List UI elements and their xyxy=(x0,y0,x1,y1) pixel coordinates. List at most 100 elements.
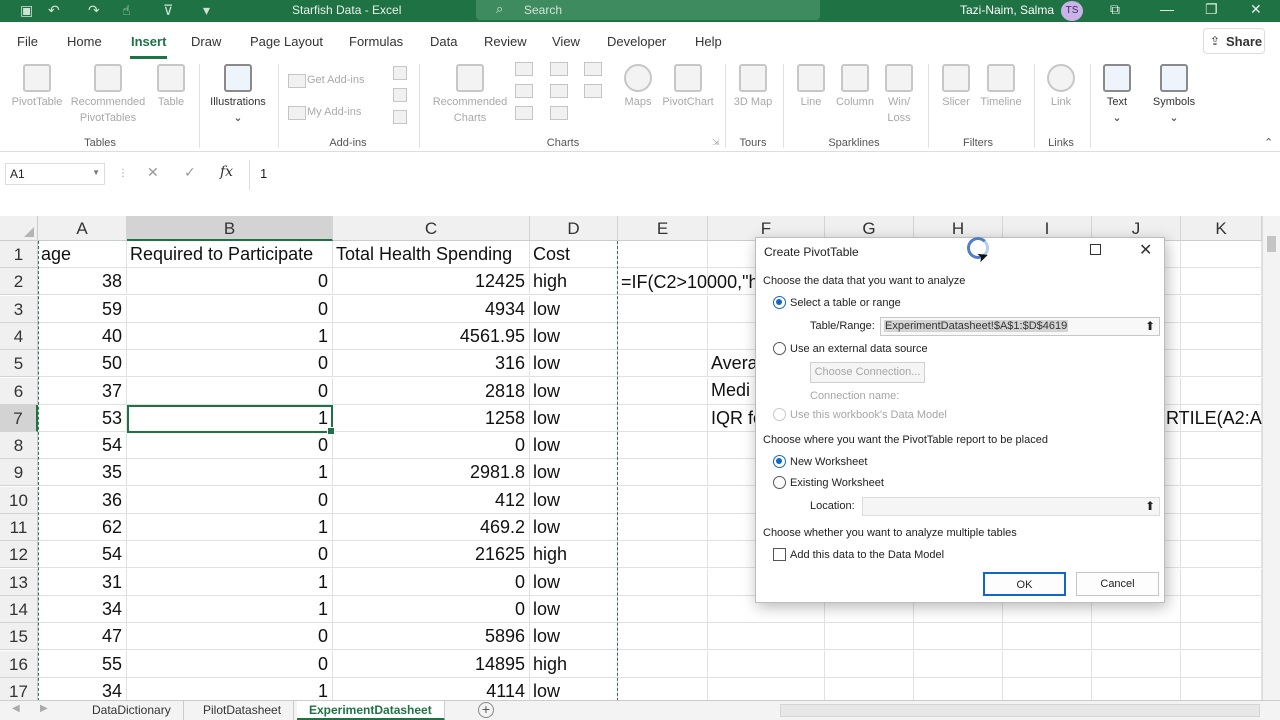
empty-cell[interactable] xyxy=(1181,486,1262,514)
combo-chart-icon[interactable] xyxy=(584,84,602,98)
recommended-charts-button[interactable]: Recommended Charts xyxy=(426,64,514,126)
cell-c11[interactable]: 469.2 xyxy=(333,514,530,541)
cell-e2[interactable]: =IF(C2>10000,"h xyxy=(621,269,758,296)
prev-sheet-icon[interactable]: ◀ xyxy=(12,703,20,714)
table-button[interactable]: Table xyxy=(150,64,192,110)
empty-cell[interactable] xyxy=(1181,595,1262,623)
line-chart-icon[interactable] xyxy=(515,84,533,98)
tab-draw[interactable]: Draw xyxy=(191,34,221,49)
cell-b6[interactable]: 0 xyxy=(127,377,333,405)
tab-formulas[interactable]: Formulas xyxy=(349,34,403,49)
cell-b2[interactable]: 0 xyxy=(127,268,333,296)
empty-cell[interactable] xyxy=(1181,623,1262,651)
cell-a1[interactable]: age xyxy=(38,241,127,268)
cell-c10[interactable]: 412 xyxy=(333,486,530,514)
recommended-pivottables-button[interactable]: Recommended PivotTables xyxy=(68,64,148,126)
cell-b9[interactable]: 1 xyxy=(127,459,333,487)
sheet-tab-pilotdatasheet[interactable]: PilotDatasheet xyxy=(191,701,295,720)
data-model-source-radio[interactable] xyxy=(773,408,786,421)
cell-b4[interactable]: 1 xyxy=(127,322,333,350)
cell-d9[interactable]: low xyxy=(530,459,618,487)
row-header[interactable]: 2 xyxy=(0,268,38,296)
dialog-launcher-icon[interactable]: ⇲ xyxy=(712,137,720,148)
tab-file[interactable]: File xyxy=(17,34,38,49)
next-sheet-icon[interactable]: ▶ xyxy=(40,703,48,714)
symbols-button[interactable]: Symbols ⌄ xyxy=(1148,64,1200,126)
cell-a17[interactable]: 34 xyxy=(38,677,127,700)
cell-d12[interactable]: high xyxy=(530,541,618,569)
cell-d8[interactable]: low xyxy=(530,432,618,460)
column-header-b[interactable]: B xyxy=(127,216,333,241)
cell-d17[interactable]: low xyxy=(530,677,618,700)
empty-cell[interactable] xyxy=(1181,650,1262,678)
tab-home[interactable]: Home xyxy=(67,34,102,49)
ribbon-display-icon[interactable]: ⧉ xyxy=(1110,1,1120,18)
empty-cell[interactable] xyxy=(1181,568,1262,596)
undo-icon[interactable]: ↶ xyxy=(48,2,60,19)
cell-a4[interactable]: 40 xyxy=(38,322,127,350)
redo-icon[interactable]: ↷ xyxy=(88,2,100,19)
cell-a11[interactable]: 62 xyxy=(38,514,127,541)
empty-cell[interactable] xyxy=(825,677,914,700)
cell-d14[interactable]: low xyxy=(530,595,618,623)
cell-d2[interactable]: high xyxy=(530,268,618,296)
empty-cell[interactable] xyxy=(618,595,708,623)
cell-d10[interactable]: low xyxy=(530,486,618,514)
empty-cell[interactable] xyxy=(618,295,708,323)
empty-cell[interactable] xyxy=(618,677,708,700)
sparkline-column-button[interactable]: Column xyxy=(832,64,878,110)
row-header[interactable]: 9 xyxy=(0,459,38,487)
cell-j7[interactable]: RTILE(A2:A xyxy=(1166,405,1262,432)
row-header[interactable]: 1 xyxy=(0,241,38,268)
row-header[interactable]: 3 xyxy=(0,295,38,323)
cell-d16[interactable]: high xyxy=(530,650,618,678)
column-header-a[interactable]: A xyxy=(38,216,127,241)
customize-qat-icon[interactable]: ▾ xyxy=(203,2,210,19)
cell-b14[interactable]: 1 xyxy=(127,595,333,623)
empty-cell[interactable] xyxy=(618,486,708,514)
cell-f5[interactable]: Avera xyxy=(711,350,758,377)
cell-a14[interactable]: 34 xyxy=(38,595,127,623)
cell-c7[interactable]: 1258 xyxy=(333,404,530,432)
avatar[interactable]: TS xyxy=(1061,1,1083,21)
formula-input[interactable]: 1 xyxy=(249,160,1275,190)
tab-page-layout[interactable]: Page Layout xyxy=(250,34,323,49)
empty-cell[interactable] xyxy=(914,623,1003,651)
tab-data[interactable]: Data xyxy=(430,34,457,49)
table-range-input[interactable]: ExperimentDatasheet!$A$1:$D$4619 ⬆ xyxy=(880,317,1160,336)
column-header-d[interactable]: D xyxy=(530,216,618,241)
empty-cell[interactable] xyxy=(618,568,708,596)
column-chart-icon[interactable] xyxy=(515,62,533,76)
column-header-c[interactable]: C xyxy=(333,216,530,241)
cell-d6[interactable]: low xyxy=(530,377,618,405)
empty-cell[interactable] xyxy=(1181,459,1262,487)
cell-c5[interactable]: 316 xyxy=(333,350,530,378)
cell-a13[interactable]: 31 xyxy=(38,568,127,596)
empty-cell[interactable] xyxy=(708,677,825,700)
empty-cell[interactable] xyxy=(1003,623,1092,651)
cell-a15[interactable]: 47 xyxy=(38,623,127,651)
empty-cell[interactable] xyxy=(914,677,1003,700)
cell-a2[interactable]: 38 xyxy=(38,268,127,296)
row-header[interactable]: 8 xyxy=(0,432,38,460)
pivottable-button[interactable]: PivotTable xyxy=(6,64,68,110)
cell-a8[interactable]: 54 xyxy=(38,432,127,460)
add-data-model-label[interactable]: Add this data to the Data Model xyxy=(790,549,944,561)
empty-cell[interactable] xyxy=(1092,677,1181,700)
row-header[interactable]: 5 xyxy=(0,350,38,378)
cell-b5[interactable]: 0 xyxy=(127,350,333,378)
empty-cell[interactable] xyxy=(708,650,825,678)
cancel-button[interactable]: Cancel xyxy=(1076,572,1159,596)
tab-view[interactable]: View xyxy=(552,34,580,49)
empty-cell[interactable] xyxy=(708,623,825,651)
enter-icon[interactable]: ✓ xyxy=(184,164,196,181)
scatter-chart-icon[interactable] xyxy=(550,106,568,120)
empty-cell[interactable] xyxy=(1181,541,1262,569)
pivotchart-button[interactable]: PivotChart xyxy=(658,64,718,110)
cell-c9[interactable]: 2981.8 xyxy=(333,459,530,487)
empty-cell[interactable] xyxy=(618,377,708,405)
cell-c15[interactable]: 5896 xyxy=(333,623,530,651)
cell-b3[interactable]: 0 xyxy=(127,295,333,323)
empty-cell[interactable] xyxy=(1181,432,1262,460)
cancel-icon[interactable]: ✕ xyxy=(147,164,159,181)
